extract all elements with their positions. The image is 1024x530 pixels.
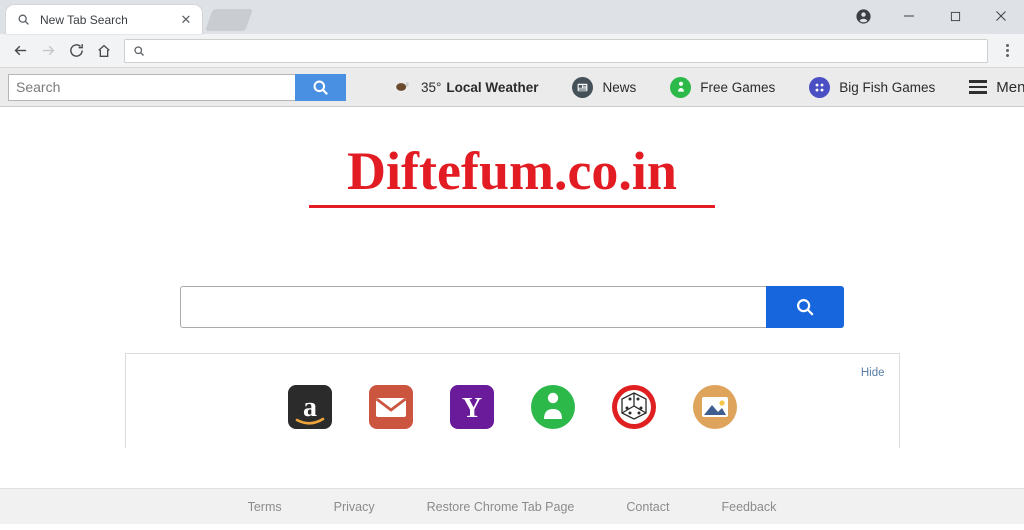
main-search-row: [0, 286, 1024, 328]
browser-tab[interactable]: New Tab Search ✕: [6, 5, 202, 34]
browser-window: New Tab Search ✕ Search 35° Local Weathe…: [0, 0, 1024, 530]
big-fish-games-icon: [809, 76, 831, 98]
hamburger-icon: [969, 80, 988, 94]
maximize-button[interactable]: [932, 0, 978, 32]
window-controls: [840, 0, 1024, 32]
search-input[interactable]: [8, 73, 295, 101]
shortcut-dice-games[interactable]: [610, 383, 658, 431]
close-button[interactable]: [978, 0, 1024, 32]
page-content: Diftefum.co.in Hide a Y Terms Privacy Re…: [0, 107, 1024, 524]
extension-search: [8, 73, 346, 101]
hide-shortcuts-link[interactable]: Hide: [861, 367, 885, 379]
chrome-menu-icon[interactable]: [996, 37, 1018, 65]
footer-link-contact[interactable]: Contact: [626, 500, 669, 514]
shortcut-email[interactable]: [367, 383, 415, 431]
main-search-input[interactable]: [180, 286, 766, 328]
toolbar-item-label: Big Fish Games: [839, 79, 936, 95]
shortcut-images[interactable]: [691, 383, 739, 431]
toolbar-menu-label: Menu: [996, 78, 1024, 96]
search-button[interactable]: [295, 73, 346, 101]
reload-icon[interactable]: [62, 37, 90, 65]
address-bar[interactable]: [124, 38, 988, 63]
back-icon[interactable]: [6, 37, 34, 65]
toolbar-menu-button[interactable]: Menu: [969, 79, 1024, 96]
profile-avatar-icon[interactable]: [840, 0, 886, 32]
new-tab-button[interactable]: [204, 9, 254, 31]
browser-toolbar: [0, 34, 1024, 68]
shortcuts-panel: Hide a Y: [124, 353, 900, 448]
toolbar-item-label: Free Games: [700, 79, 776, 95]
toolbar-item-news[interactable]: News: [572, 76, 637, 98]
toolbar-item-big-fish-games[interactable]: Big Fish Games: [809, 76, 936, 98]
toolbar-item-free-games[interactable]: Free Games: [670, 76, 776, 98]
home-icon[interactable]: [90, 37, 118, 65]
page-footer: Terms Privacy Restore Chrome Tab Page Co…: [0, 488, 1024, 524]
footer-link-terms[interactable]: Terms: [248, 500, 282, 514]
page-title: Diftefum.co.in: [347, 141, 677, 201]
extension-toolbar: 35° Local Weather: [0, 68, 1024, 107]
extension-links: 35° Local Weather News Free Games Big Fi…: [392, 76, 969, 98]
shortcut-amazon[interactable]: a: [286, 383, 334, 431]
svg-text:Y: Y: [461, 393, 481, 424]
tab-title: New Tab Search: [40, 12, 128, 27]
shortcut-free-games[interactable]: [529, 383, 577, 431]
pawn-person-icon: [670, 76, 692, 98]
shortcut-row: a Y: [126, 383, 899, 431]
minimize-button[interactable]: [886, 0, 932, 32]
coffee-cup-icon: [392, 77, 412, 97]
toolbar-item-label: Local Weather: [446, 79, 539, 95]
shortcut-yahoo[interactable]: Y: [448, 383, 496, 431]
footer-link-feedback[interactable]: Feedback: [721, 500, 776, 514]
footer-link-restore-chrome-tab-page[interactable]: Restore Chrome Tab Page: [427, 500, 575, 514]
close-icon[interactable]: ✕: [178, 12, 194, 28]
tab-strip: New Tab Search ✕: [0, 0, 1024, 34]
search-icon: [16, 12, 31, 27]
newspaper-icon: [572, 76, 594, 98]
svg-text:a: a: [303, 392, 317, 423]
search-icon: [133, 45, 145, 57]
footer-link-privacy[interactable]: Privacy: [334, 500, 375, 514]
forward-icon: [34, 37, 62, 65]
title-underline: [309, 205, 715, 208]
toolbar-item-local-weather[interactable]: 35° Local Weather: [392, 77, 538, 97]
main-search-button[interactable]: [766, 286, 844, 328]
main-search: [180, 286, 844, 328]
weather-temperature: 35°: [421, 79, 442, 95]
toolbar-item-label: News: [602, 79, 637, 95]
